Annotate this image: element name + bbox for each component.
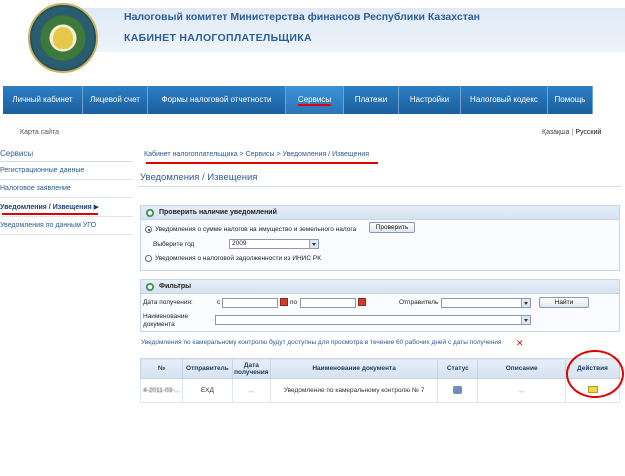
filters-panel-header: Фильтры <box>141 280 619 294</box>
nav-services[interactable]: Сервисы <box>286 86 344 114</box>
col-doc-name[interactable]: Наименование документа <box>269 358 439 379</box>
sidebar-title: Сервисы <box>0 147 133 162</box>
col-description[interactable]: Описание <box>477 358 567 379</box>
cell-sender: ЕХД <box>181 378 233 403</box>
chevron-down-icon <box>521 299 530 307</box>
lang-separator: | <box>571 129 574 136</box>
page-title: Уведомления / Извещения <box>140 172 258 183</box>
filters-title: Фильтры <box>159 283 192 290</box>
sidebar-item-registration[interactable]: Регистрационные данные <box>0 162 133 180</box>
radio-tax-debt-label: Уведомления о налоговой задолженности из… <box>155 255 321 262</box>
doc-name-select[interactable] <box>215 315 531 325</box>
nav-settings[interactable]: Настройки <box>399 86 461 114</box>
doc-name-label-1: Наименование <box>143 313 189 320</box>
document-status-icon <box>453 385 463 394</box>
chevron-down-icon <box>521 316 530 324</box>
nav-tax-forms[interactable]: Формы налоговой отчетности <box>148 86 286 114</box>
annotation-underline-sidebar <box>2 213 98 215</box>
chevron-down-icon <box>309 240 318 248</box>
cell-doc-name[interactable]: Уведомление по камеральному контролю № 7 <box>269 378 439 403</box>
annotation-underline-breadcrumb <box>146 162 378 164</box>
date-to-label: по <box>290 299 298 306</box>
date-from-input[interactable] <box>222 298 278 308</box>
sender-select[interactable] <box>441 298 531 308</box>
nav-services-label: Сервисы <box>297 95 332 106</box>
col-sender[interactable]: Отправитель <box>181 358 233 379</box>
availability-notice: Уведомления по камеральному контролю буд… <box>141 339 502 346</box>
nav-account[interactable]: Лицевой счет <box>83 86 148 114</box>
close-icon[interactable]: ✕ <box>516 338 524 349</box>
check-button[interactable]: Проверить <box>369 222 415 233</box>
calendar-icon[interactable] <box>280 298 288 306</box>
sitemap-link[interactable]: Карта сайта <box>20 129 59 136</box>
date-to-input[interactable] <box>300 298 356 308</box>
notifications-table: № Отправитель Дата получения Наименовани… <box>140 358 620 403</box>
year-label: Выберите год <box>153 241 195 248</box>
calendar-icon[interactable] <box>358 298 366 306</box>
check-panel-header: Проверить наличие уведомлений <box>141 206 619 220</box>
breadcrumb: Кабинет налогоплательщика > Сервисы > Ув… <box>144 151 370 158</box>
panel-bullet-icon <box>146 209 154 217</box>
date-from-label: с <box>217 299 221 306</box>
col-number[interactable]: № <box>140 358 183 379</box>
title-divider <box>138 186 621 187</box>
language-switch: Қазақша | Русский <box>542 129 601 136</box>
filters-panel: Фильтры Дата получения: с по Отправитель… <box>140 279 620 332</box>
check-panel-title: Проверить наличие уведомлений <box>159 209 277 216</box>
sidebar-item-tax-statement[interactable]: Налоговое заявление <box>0 180 133 198</box>
table-row: 4-2011-03-... ЕХД ... Уведомление по кам… <box>140 378 620 403</box>
doc-name-label-2: документа <box>143 321 175 328</box>
nav-payments[interactable]: Платежи <box>344 86 399 114</box>
sidebar-item-ugo-notifications[interactable]: Уведомления по данным УГО <box>0 217 133 235</box>
year-select-value: 2009 <box>232 240 247 247</box>
nav-personal-cabinet[interactable]: Личный кабинет <box>3 86 83 114</box>
radio-property-tax[interactable] <box>145 226 152 233</box>
sidebar: Сервисы Регистрационные данные Налоговое… <box>0 147 133 235</box>
check-notifications-panel: Проверить наличие уведомлений Уведомлени… <box>140 205 620 271</box>
cell-date: ... <box>231 378 271 403</box>
cell-status <box>437 378 479 403</box>
radio-tax-debt[interactable] <box>145 255 152 262</box>
cell-description: ... <box>477 378 567 403</box>
table-header-row: № Отправитель Дата получения Наименовани… <box>140 358 620 379</box>
panel-bullet-icon <box>146 283 154 291</box>
col-date[interactable]: Дата получения <box>231 358 271 379</box>
cell-number: 4-2011-03-... <box>140 378 183 403</box>
page-header: Налоговый комитет Министерства финансов … <box>0 0 625 78</box>
emblem-center <box>53 27 73 49</box>
year-select[interactable]: 2009 <box>229 239 319 249</box>
date-label: Дата получения: <box>143 299 193 306</box>
radio-property-tax-label: Уведомления о сумме налогов на имущество… <box>155 226 357 233</box>
lang-ru-link[interactable]: Русский <box>575 129 601 136</box>
cabinet-title: КАБИНЕТ НАЛОГОПЛАТЕЛЬЩИКА <box>124 32 312 44</box>
nav-help[interactable]: Помощь <box>548 86 593 114</box>
nav-tax-code[interactable]: Налоговый кодекс <box>461 86 548 114</box>
annotation-circle-actions <box>566 350 624 398</box>
sender-label: Отправитель <box>399 299 439 306</box>
main-nav: Личный кабинет Лицевой счет Формы налого… <box>3 86 593 114</box>
find-button[interactable]: Найти <box>539 297 589 308</box>
col-status[interactable]: Статус <box>437 358 479 379</box>
emblem-logo <box>28 3 98 73</box>
lang-kz-link[interactable]: Қазақша <box>542 129 570 136</box>
ministry-title: Налоговый комитет Министерства финансов … <box>124 11 481 23</box>
